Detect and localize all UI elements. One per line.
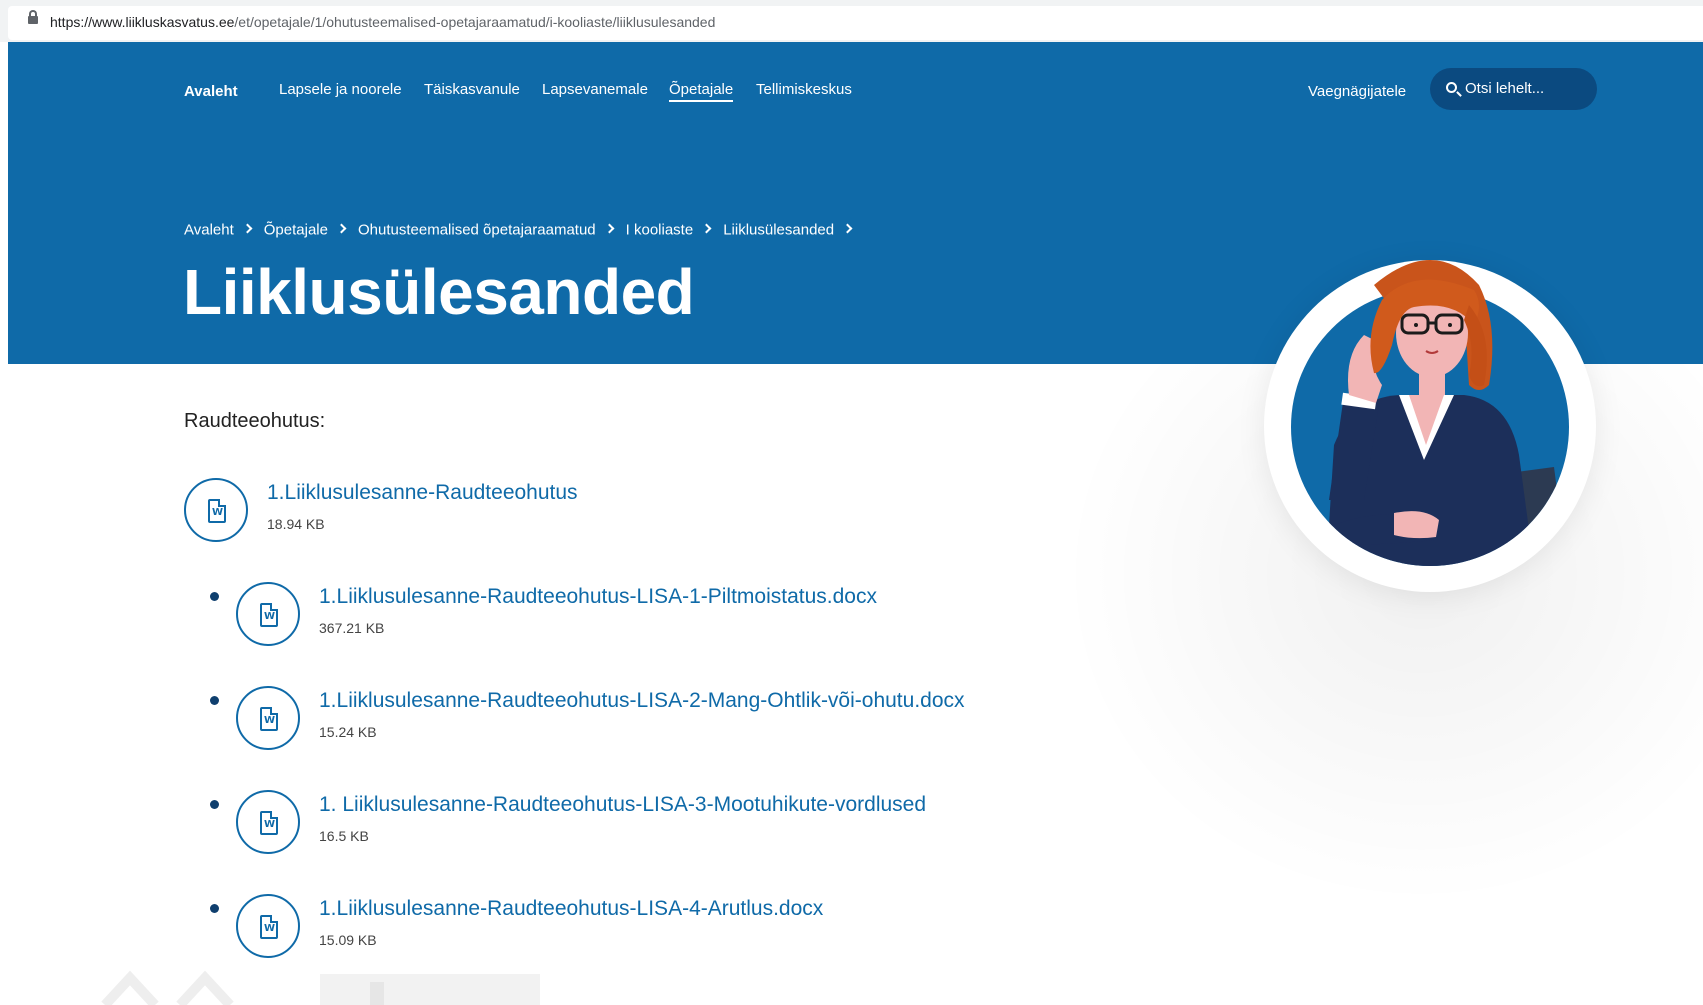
list-bullet <box>210 904 219 913</box>
search-placeholder: Otsi lehelt... <box>1465 80 1545 97</box>
file-name[interactable]: 1.Liiklusulesanne-Raudteeohutus <box>267 481 578 505</box>
list-bullet <box>210 696 219 705</box>
nav-vaegnagijatele[interactable]: Vaegnägijatele <box>1308 83 1406 100</box>
word-document-icon: W <box>184 478 248 542</box>
file-size: 367.21 KB <box>319 620 385 636</box>
nav-item-tellimiskeskus[interactable]: Tellimiskeskus <box>756 81 852 98</box>
breadcrumb-item-current[interactable]: Liiklusülesanded <box>723 221 834 238</box>
file-size: 15.09 KB <box>319 932 377 948</box>
list-bullet <box>210 800 219 809</box>
file-size: 18.94 KB <box>267 516 325 532</box>
nav-item-taiskasvanule[interactable]: Täiskasvanule <box>424 81 520 98</box>
search-input[interactable]: Otsi lehelt... <box>1430 68 1597 110</box>
list-bullet <box>210 592 219 601</box>
teacher-illustration <box>1291 260 1569 566</box>
chevron-right-icon <box>242 223 253 234</box>
word-document-icon: W <box>236 790 300 854</box>
search-icon <box>1446 82 1457 93</box>
chevron-right-icon <box>701 223 712 234</box>
breadcrumb: Avaleht Õpetajale Ohutusteemalised õpetaja… <box>184 221 864 241</box>
nav-item-opetajale[interactable]: Õpetajale <box>669 81 734 102</box>
file-name[interactable]: 1.Liiklusulesanne-Raudteeohutus-LISA-2-M… <box>319 689 965 713</box>
lock-icon <box>28 10 38 24</box>
page-title: Liiklusülesanded <box>183 256 695 328</box>
file-size: 16.5 KB <box>319 828 369 844</box>
nav-item-lapsevanemale[interactable]: Lapsevanemale <box>542 81 648 98</box>
browser-address-bar: https://www.liikluskasvatus.ee/et/opetaj… <box>0 0 1703 42</box>
chevron-right-icon <box>336 223 347 234</box>
page-edge <box>0 42 8 1005</box>
chevron-right-icon <box>604 223 615 234</box>
breadcrumb-item-opetajaraamatud[interactable]: Ohutusteemalised õpetajaraamatud <box>358 221 596 238</box>
nav-home[interactable]: Avaleht <box>184 83 238 100</box>
file-size: 15.24 KB <box>319 724 377 740</box>
breadcrumb-item-kooliaste[interactable]: I kooliaste <box>626 221 694 238</box>
breadcrumb-item-avaleht[interactable]: Avaleht <box>184 221 234 238</box>
word-document-icon: W <box>236 582 300 646</box>
section-label: Raudteeohutus: <box>184 410 326 432</box>
breadcrumb-item-opetajale[interactable]: Õpetajale <box>264 221 328 238</box>
word-document-icon: W <box>236 894 300 958</box>
word-document-icon: W <box>236 686 300 750</box>
url-text[interactable]: https://www.liikluskasvatus.ee/et/opetaj… <box>50 14 715 30</box>
file-name[interactable]: 1. Liiklusulesanne-Raudteeohutus-LISA-3-… <box>319 793 926 817</box>
file-name[interactable]: 1.Liiklusulesanne-Raudteeohutus-LISA-4-A… <box>319 897 823 921</box>
chevron-right-icon <box>842 223 853 234</box>
watermark-graphic <box>101 970 540 1005</box>
nav-item-lapsele[interactable]: Lapsele ja noorele <box>279 81 402 98</box>
file-name[interactable]: 1.Liiklusulesanne-Raudteeohutus-LISA-1-P… <box>319 585 877 609</box>
